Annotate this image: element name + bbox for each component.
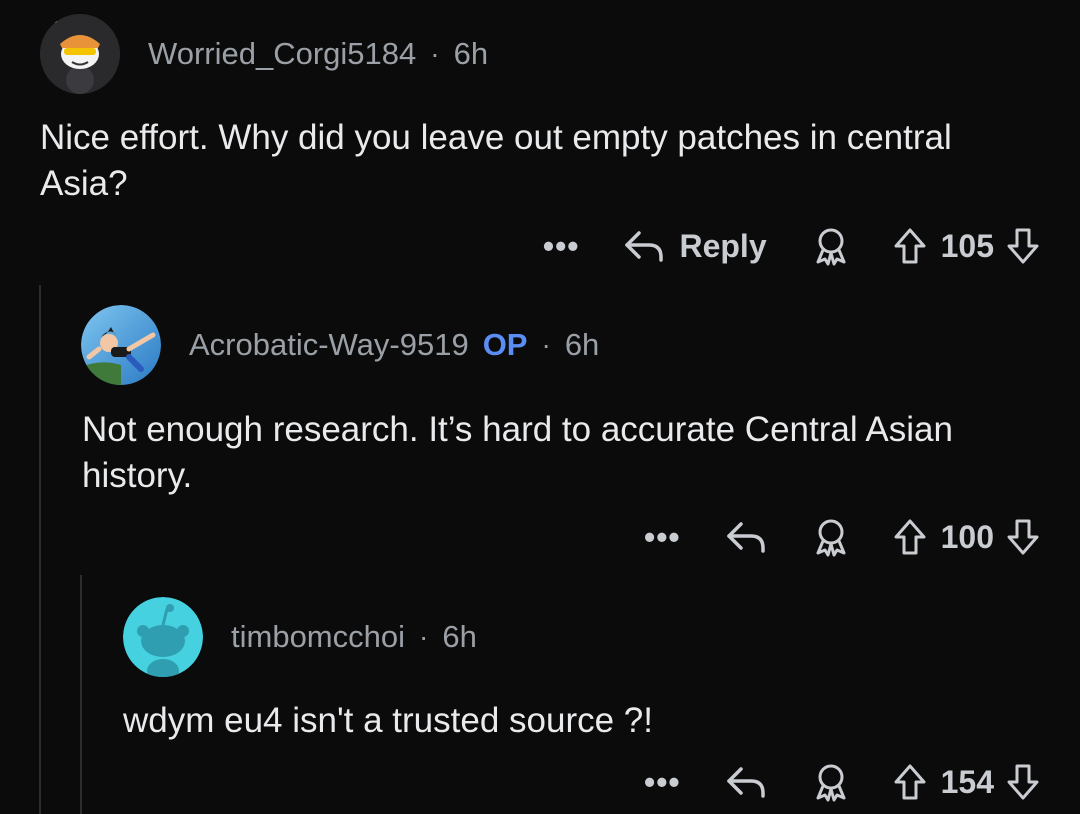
comment-header: Acrobatic-Way-9519 OP · 6h bbox=[81, 305, 599, 385]
upvote-icon[interactable] bbox=[893, 763, 927, 801]
comment-actions: ••• 100 bbox=[644, 517, 1040, 557]
comment-actions: ••• Reply 105 bbox=[543, 226, 1040, 266]
more-options-button[interactable]: ••• bbox=[644, 766, 681, 798]
award-icon bbox=[816, 519, 846, 557]
vote-controls: 154 bbox=[893, 763, 1040, 801]
reply-icon bbox=[625, 231, 664, 262]
vote-controls: 105 bbox=[893, 227, 1040, 265]
timestamp: 6h bbox=[442, 619, 477, 654]
username[interactable]: Acrobatic-Way-9519 bbox=[189, 327, 469, 363]
comment-actions: ••• 154 bbox=[644, 762, 1040, 802]
snoo-avatar-icon bbox=[40, 14, 120, 94]
award-button[interactable] bbox=[813, 517, 849, 557]
comment-body: wdym eu4 isn't a trusted source ?! bbox=[123, 701, 653, 740]
reply-button[interactable]: Reply bbox=[623, 227, 767, 265]
comment-body: Nice effort. Why did you leave out empty… bbox=[40, 118, 952, 203]
more-options-button[interactable]: ••• bbox=[644, 521, 681, 553]
thread-line-level-2[interactable] bbox=[80, 575, 82, 814]
reply-button[interactable] bbox=[725, 764, 767, 800]
timestamp: 6h bbox=[453, 36, 489, 71]
award-button[interactable] bbox=[813, 226, 849, 266]
downvote-icon[interactable] bbox=[1006, 227, 1040, 265]
award-button[interactable] bbox=[813, 762, 849, 802]
separator-dot: · bbox=[419, 621, 429, 652]
thread-line-level-1[interactable] bbox=[39, 285, 41, 814]
username[interactable]: Worried_Corgi5184 bbox=[148, 36, 416, 72]
comment-meta: timbomcchoi · 6h bbox=[231, 619, 477, 655]
vote-count: 100 bbox=[940, 518, 994, 555]
default-snoo-avatar-icon bbox=[123, 597, 203, 677]
op-badge: OP bbox=[482, 327, 528, 362]
downvote-icon[interactable] bbox=[1006, 518, 1040, 556]
reply-button[interactable] bbox=[725, 519, 767, 555]
vote-count: 154 bbox=[940, 763, 994, 800]
avatar[interactable] bbox=[40, 14, 120, 94]
vote-controls: 100 bbox=[893, 518, 1040, 556]
comment-header: timbomcchoi · 6h bbox=[123, 597, 477, 677]
reply-label: Reply bbox=[679, 227, 767, 264]
username[interactable]: timbomcchoi bbox=[231, 619, 405, 655]
astro-boy-avatar-icon bbox=[81, 305, 161, 385]
comment-header: Worried_Corgi5184 · 6h bbox=[40, 14, 488, 94]
more-options-button[interactable]: ••• bbox=[543, 230, 580, 262]
avatar[interactable] bbox=[81, 305, 161, 385]
upvote-icon[interactable] bbox=[893, 518, 927, 556]
separator-dot: · bbox=[541, 329, 551, 360]
reply-icon bbox=[726, 522, 765, 553]
reply-icon bbox=[726, 767, 765, 798]
award-icon bbox=[816, 228, 846, 266]
separator-dot: · bbox=[430, 38, 440, 69]
award-icon bbox=[816, 764, 846, 802]
comment-meta: Worried_Corgi5184 · 6h bbox=[148, 36, 488, 72]
vote-count: 105 bbox=[940, 227, 994, 264]
avatar[interactable] bbox=[123, 597, 203, 677]
downvote-icon[interactable] bbox=[1006, 763, 1040, 801]
comment-body: Not enough research. It’s hard to accura… bbox=[82, 410, 953, 495]
timestamp: 6h bbox=[564, 327, 600, 362]
comment-meta: Acrobatic-Way-9519 OP · 6h bbox=[189, 327, 599, 363]
upvote-icon[interactable] bbox=[893, 227, 927, 265]
